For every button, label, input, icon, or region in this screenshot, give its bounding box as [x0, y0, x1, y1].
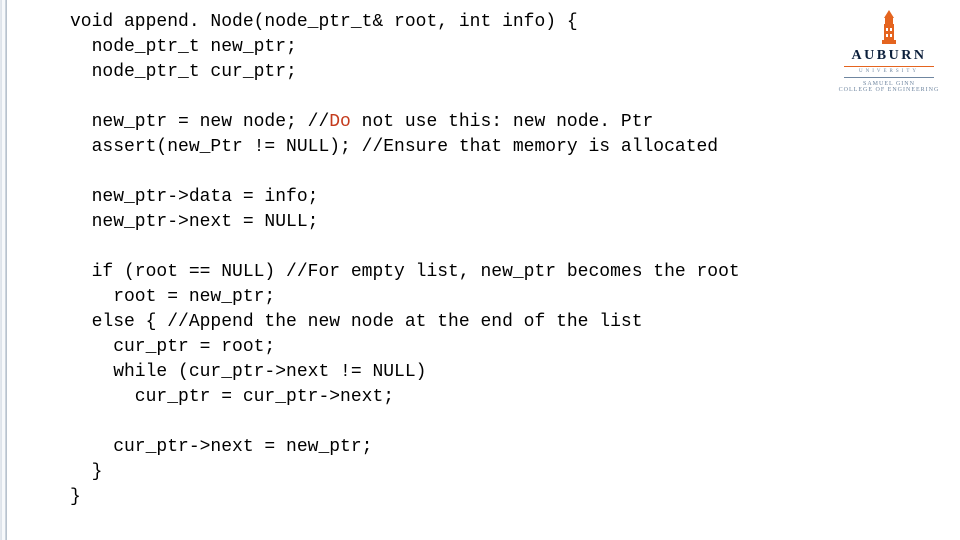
code-line: if (root == NULL) //For empty list, new_… — [70, 262, 740, 282]
code-line: node_ptr_t cur_ptr; — [70, 62, 297, 82]
code-line: void append. Node(node_ptr_t& root, int … — [70, 12, 578, 32]
code-line: while (cur_ptr->next != NULL) — [70, 362, 426, 382]
code-line: cur_ptr = root; — [70, 337, 275, 357]
code-line: new_ptr->data = info; — [70, 187, 318, 207]
code-line: else { //Append the new node at the end … — [70, 312, 643, 332]
code-line: cur_ptr->next = new_ptr; — [70, 437, 372, 457]
code-line: new_ptr->next = NULL; — [70, 212, 318, 232]
code-block: void append. Node(node_ptr_t& root, int … — [70, 10, 940, 510]
code-line: } — [70, 462, 102, 482]
code-line: root = new_ptr; — [70, 287, 275, 307]
code-line: assert(new_Ptr != NULL); //Ensure that m… — [70, 137, 718, 157]
left-vertical-rule-highlight — [2, 0, 5, 540]
code-line: node_ptr_t new_ptr; — [70, 37, 297, 57]
code-line: not use this: new node. Ptr — [351, 112, 653, 132]
code-line: new_ptr = new node; // — [70, 112, 329, 132]
code-line: } — [70, 487, 81, 507]
code-line: cur_ptr = cur_ptr->next; — [70, 387, 394, 407]
slide: AUBURN UNIVERSITY SAMUEL GINN COLLEGE OF… — [0, 0, 960, 540]
do-keyword: Do — [329, 112, 351, 132]
